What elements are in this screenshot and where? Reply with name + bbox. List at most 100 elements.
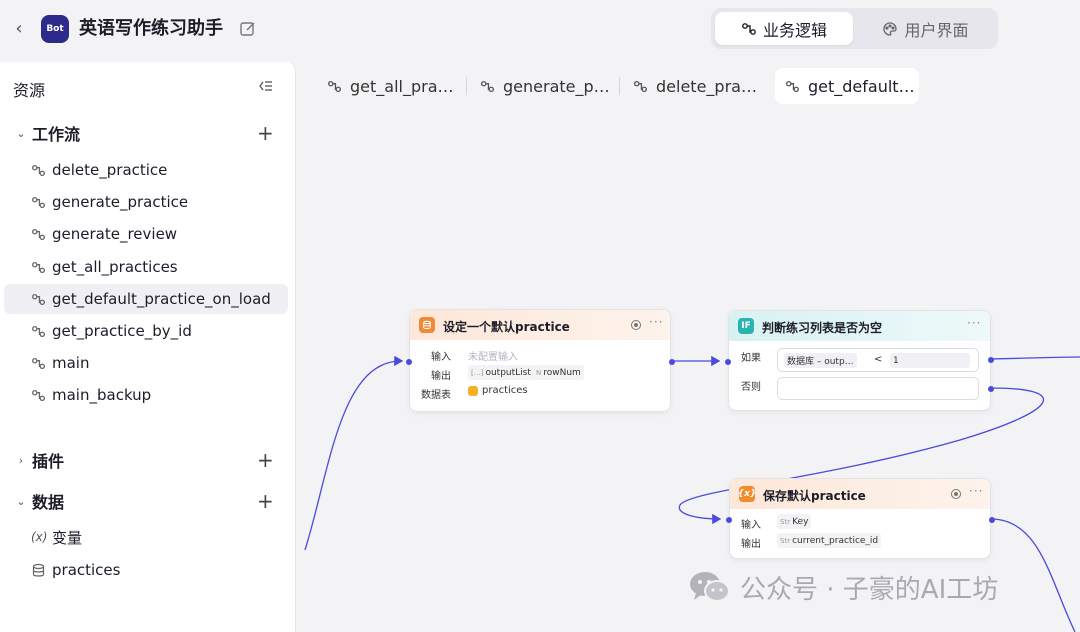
input-label: 输入 xyxy=(741,520,761,531)
node-title: 保存默认practice xyxy=(763,489,866,503)
chevron-down-icon: ⌄ xyxy=(16,494,26,508)
add-data-button[interactable]: + xyxy=(257,491,274,511)
mode-tab-business-logic[interactable]: 业务逻辑 xyxy=(715,12,853,45)
back-button[interactable]: ‹ xyxy=(10,18,28,40)
edge-start-to-set-default xyxy=(304,355,404,551)
add-workflow-button[interactable]: + xyxy=(257,123,274,143)
input-value: Key xyxy=(792,516,809,527)
right-operand[interactable]: 1 xyxy=(890,353,970,368)
sidebar-item-workflow[interactable]: get_default_practice_on_load xyxy=(4,283,288,314)
chevron-right-icon: › xyxy=(18,453,24,467)
if-label: 如果 xyxy=(741,353,761,364)
operator[interactable]: < xyxy=(874,354,882,365)
sidebar-item-label: 变量 xyxy=(52,528,83,547)
output-chip: Str current_practice_id xyxy=(777,533,882,548)
output-label: 输出 xyxy=(741,539,761,550)
type-tag: N xyxy=(536,368,542,377)
section-label: 插件 xyxy=(32,452,65,471)
database-icon xyxy=(468,385,478,396)
workflow-icon xyxy=(634,80,647,92)
edit-icon[interactable] xyxy=(239,20,257,38)
sidebar-heading: 资源 xyxy=(13,81,46,100)
watermark-text: 公众号 · 子豪的AI工坊 xyxy=(740,574,999,605)
node-title: 设定一个默认practice xyxy=(443,320,570,334)
tab-label: get_default… xyxy=(808,76,915,96)
sidebar-item-workflow[interactable]: main_backup xyxy=(4,380,288,410)
workflow-icon xyxy=(32,390,45,402)
workflow-icon xyxy=(32,293,45,305)
if-node-icon: IF xyxy=(738,318,754,334)
mode-switch: 业务逻辑 用户界面 xyxy=(711,8,998,49)
node-condition[interactable]: IF 判断练习列表是否为空 ··· 如果 数据库 – outp… < 1 否则 xyxy=(725,310,994,411)
sidebar-item-workflow[interactable]: delete_practice xyxy=(4,155,288,185)
left-operand[interactable]: 数据库 – outp… xyxy=(784,353,857,368)
tab-get-all-practices[interactable]: get_all_pra… xyxy=(322,68,458,104)
workflow-icon xyxy=(32,229,45,241)
type-tag: Str xyxy=(780,536,791,545)
if-condition-box[interactable]: 数据库 – outp… < 1 xyxy=(777,348,979,372)
workflow-icon xyxy=(32,164,45,177)
sidebar-item-label: get_all_practices xyxy=(52,257,178,276)
sidebar-item-practices-db[interactable]: practices xyxy=(4,555,288,585)
input-port[interactable] xyxy=(406,359,412,365)
sidebar-item-workflow[interactable]: generate_practice xyxy=(4,187,288,217)
input-chip: Str Key xyxy=(777,514,812,529)
sidebar-item-workflow[interactable]: get_all_practices xyxy=(4,252,288,282)
workflow-icon xyxy=(32,358,45,370)
edge-condition-if-out xyxy=(990,356,1080,360)
mode-tab-user-interface[interactable]: 用户界面 xyxy=(857,12,994,45)
sidebar-item-label: practices xyxy=(52,561,121,579)
node-set-default-practice[interactable]: 设定一个默认practice ··· 输入 未配置输入 输出 […] output… xyxy=(406,309,675,412)
mode-tab-label: 业务逻辑 xyxy=(762,20,827,40)
sidebar-item-variable[interactable]: (x) 变量 xyxy=(4,522,288,552)
tab-get-default-practice-on-load[interactable]: get_default… xyxy=(775,68,919,104)
output-port[interactable] xyxy=(989,517,995,523)
section-data[interactable]: ⌄ 数据 + xyxy=(0,485,296,517)
tab-label: get_all_pra… xyxy=(350,76,454,96)
section-label: 数据 xyxy=(32,493,65,512)
tab-delete-practice[interactable]: delete_pra… xyxy=(628,68,764,104)
more-options-icon[interactable]: ··· xyxy=(969,484,983,498)
node-title: 判断练习列表是否为空 xyxy=(762,321,883,335)
app-title: 英语写作练习助手 xyxy=(79,18,223,39)
if-output-port[interactable] xyxy=(988,357,994,363)
workflow-icon xyxy=(32,197,45,209)
mode-tab-label: 用户界面 xyxy=(904,20,969,40)
node-save-default-practice[interactable]: {x} 保存默认practice ··· 输入 Str Key 输出 Str cur… xyxy=(726,478,995,559)
test-run-icon[interactable] xyxy=(630,319,642,331)
tab-generate-practice[interactable]: generate_p… xyxy=(475,68,611,104)
sidebar-item-workflow[interactable]: generate_review xyxy=(4,219,288,249)
input-port[interactable] xyxy=(725,359,731,365)
else-condition-box[interactable] xyxy=(777,377,979,400)
variable-node-icon: {x} xyxy=(738,486,756,502)
section-label: 工作流 xyxy=(32,125,81,144)
input-label: 输入 xyxy=(431,352,451,363)
type-tag: Str xyxy=(780,517,791,526)
section-workflow[interactable]: ⌄ 工作流 + xyxy=(0,117,296,149)
workflow-icon xyxy=(328,80,341,92)
more-options-icon[interactable]: ··· xyxy=(649,315,663,329)
add-plugin-button[interactable]: + xyxy=(257,450,274,470)
section-plugin[interactable]: › 插件 + xyxy=(0,444,296,476)
sidebar-item-label: delete_practice xyxy=(52,161,168,179)
collapse-sidebar-icon[interactable] xyxy=(256,76,276,96)
workflow-icon xyxy=(786,80,799,92)
variable-icon: (x) xyxy=(31,530,48,544)
tab-divider xyxy=(619,77,620,95)
table-label: 数据表 xyxy=(421,390,451,401)
workflow-icon xyxy=(742,22,756,35)
sidebar-item-workflow[interactable]: get_practice_by_id xyxy=(4,316,288,346)
more-options-icon[interactable]: ··· xyxy=(967,316,981,330)
input-port[interactable] xyxy=(726,517,732,523)
else-output-port[interactable] xyxy=(988,386,994,392)
tab-label: generate_p… xyxy=(503,76,610,96)
output-port[interactable] xyxy=(669,359,675,365)
top-header: ‹ Bot 英语写作练习助手 业务逻辑 用户界面 xyxy=(0,0,1080,62)
wechat-icon xyxy=(690,572,730,602)
sidebar-item-label: get_default_practice_on_load xyxy=(52,289,271,308)
tab-divider xyxy=(466,77,467,95)
sidebar-item-workflow[interactable]: main xyxy=(4,348,288,378)
chevron-down-icon: ⌄ xyxy=(16,126,26,140)
test-run-icon[interactable] xyxy=(950,488,962,500)
edge-save-out xyxy=(991,518,1076,632)
